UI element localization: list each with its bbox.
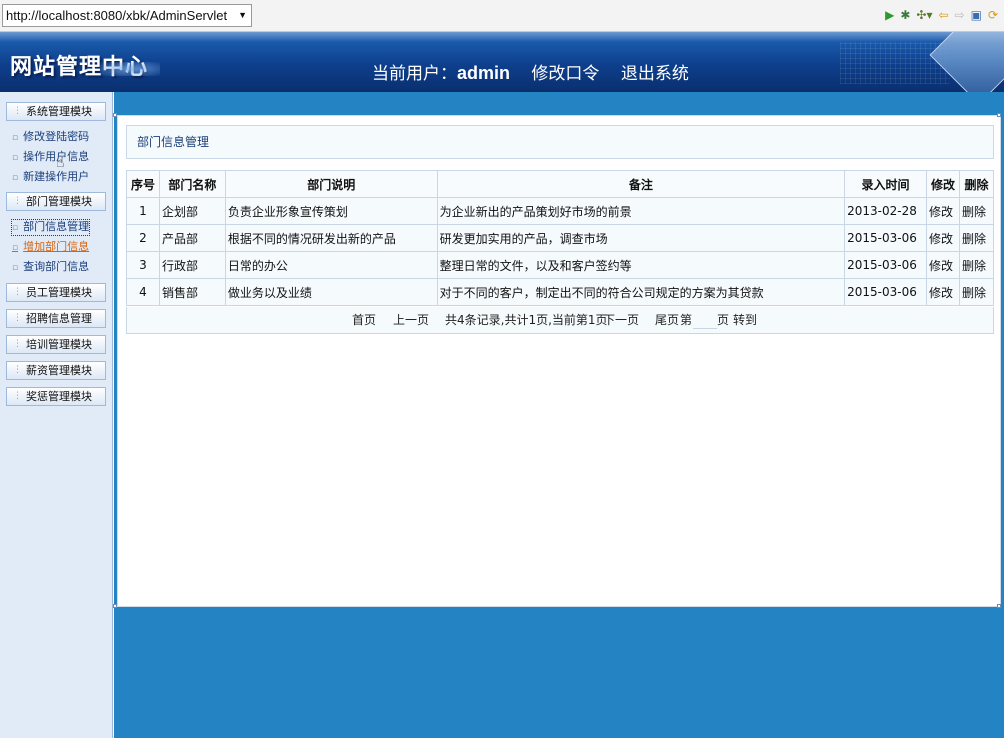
goto-button[interactable]: 转到 xyxy=(733,307,757,333)
cell-date: 2013-02-28 xyxy=(844,197,928,225)
col-header-index: 序号 xyxy=(126,170,160,198)
cell-date: 2015-03-06 xyxy=(844,251,928,279)
col-header-desc: 部门说明 xyxy=(224,170,438,198)
cell-dept-desc: 日常的办公 xyxy=(224,251,438,279)
top-nav: 当前用户：admin 修改口令 退出系统 xyxy=(372,59,705,84)
col-header-date: 录入时间 xyxy=(844,170,928,198)
cell-remark: 对于不同的客户，制定出不同的符合公司规定的方案为其贷款 xyxy=(436,278,846,306)
sidebar-item-add-dept[interactable]: ▫ 增加部门信息 xyxy=(12,240,89,255)
sidebar-item-query-dept[interactable]: ▫ 查询部门信息 xyxy=(12,260,89,275)
resize-handle[interactable] xyxy=(997,604,1001,608)
cell-dept-desc: 根据不同的情况研发出新的产品 xyxy=(224,224,438,252)
next-page-link[interactable]: 下一页 xyxy=(603,307,639,333)
pagination-bar: 首页 上一页 共4条记录,共计1页,当前第1页 下一页 尾页 第 页 转到 xyxy=(126,307,994,334)
delete-link[interactable]: 删除 xyxy=(958,224,995,252)
sidebar xyxy=(0,92,113,738)
delete-link[interactable]: 删除 xyxy=(958,251,995,279)
cell-date: 2015-03-06 xyxy=(844,278,928,306)
col-header-name: 部门名称 xyxy=(158,170,226,198)
cell-dept-desc: 做业务以及业绩 xyxy=(224,278,438,306)
address-dropdown-icon[interactable]: ▼ xyxy=(238,5,247,26)
tools-icon[interactable]: ✣▾ xyxy=(916,8,932,22)
current-user: 当前用户：admin xyxy=(372,63,511,84)
hand-cursor-icon: ☝ xyxy=(56,155,65,171)
cell-date: 2015-03-06 xyxy=(844,224,928,252)
department-table: 序号 部门名称 部门说明 备注 录入时间 修改 删除 1 企划部 负责企业形象宣… xyxy=(126,170,995,306)
cell-dept-desc: 负责企业形象宣传策划 xyxy=(224,197,438,225)
table-row: 1 企划部 负责企业形象宣传策划 为企业新出的产品策划好市场的前景 2013-0… xyxy=(126,197,995,225)
col-header-delete: 删除 xyxy=(958,170,995,198)
edit-link[interactable]: 修改 xyxy=(926,251,960,279)
prev-page-link[interactable]: 上一页 xyxy=(393,307,429,333)
page-title: 部门信息管理 xyxy=(126,125,994,159)
resize-handle[interactable] xyxy=(113,604,117,608)
back-icon[interactable]: ⇦ xyxy=(938,8,948,22)
browser-toolbar: http://localhost:8080/xbk/AdminServlet ▼… xyxy=(0,0,1004,32)
edit-link[interactable]: 修改 xyxy=(926,224,960,252)
refresh-icon[interactable]: ⟳ xyxy=(988,8,998,22)
last-page-link[interactable]: 尾页 xyxy=(655,307,679,333)
sidebar-module-recruit[interactable]: ⋮ 招聘信息管理 xyxy=(6,309,106,328)
table-row: 3 行政部 日常的办公 整理日常的文件，以及和客户签约等 2015-03-06 … xyxy=(126,251,995,279)
logout-link[interactable]: 退出系统 xyxy=(621,64,689,84)
resize-handle[interactable] xyxy=(997,113,1001,117)
cell-dept-name: 行政部 xyxy=(158,251,226,279)
address-text: http://localhost:8080/xbk/AdminServlet xyxy=(6,8,228,23)
debug-icon[interactable]: ✱ xyxy=(900,8,910,22)
run-icon[interactable]: ▶ xyxy=(885,8,894,22)
sidebar-module-salary[interactable]: ⋮ 薪资管理模块 xyxy=(6,361,106,380)
col-header-remark: 备注 xyxy=(436,170,846,198)
table-row: 4 销售部 做业务以及业绩 对于不同的客户，制定出不同的符合公司规定的方案为其贷… xyxy=(126,278,995,306)
pager-summary: 共4条记录,共计1页,当前第1页 xyxy=(445,313,608,327)
page-number-input[interactable] xyxy=(693,311,717,329)
cell-remark: 为企业新出的产品策划好市场的前景 xyxy=(436,197,846,225)
cell-remark: 研发更加实用的产品，调查市场 xyxy=(436,224,846,252)
browser-tool-icons: ▶ ✱ ✣▾ ⇦ ⇨ ▣ ⟳ xyxy=(885,8,998,22)
cell-index: 4 xyxy=(126,278,160,306)
sidebar-module-training[interactable]: ⋮ 培训管理模块 xyxy=(6,335,106,354)
sidebar-item-new-operator[interactable]: ▫ 新建操作用户 xyxy=(12,170,89,185)
cell-dept-name: 产品部 xyxy=(158,224,226,252)
header-banner: 网站管理中心 当前用户：admin 修改口令 退出系统 xyxy=(0,32,1004,92)
sidebar-module-employee[interactable]: ⋮ 员工管理模块 xyxy=(6,283,106,302)
sidebar-module-reward[interactable]: ⋮ 奖惩管理模块 xyxy=(6,387,106,406)
table-row: 2 产品部 根据不同的情况研发出新的产品 研发更加实用的产品，调查市场 2015… xyxy=(126,224,995,252)
goto-suffix: 页 xyxy=(717,313,730,327)
sidebar-item-change-password[interactable]: ▫ 修改登陆密码 xyxy=(12,130,89,145)
address-bar[interactable]: http://localhost:8080/xbk/AdminServlet ▼ xyxy=(2,4,252,27)
cell-remark: 整理日常的文件，以及和客户签约等 xyxy=(436,251,846,279)
change-password-link[interactable]: 修改口令 xyxy=(531,64,599,84)
cell-dept-name: 企划部 xyxy=(158,197,226,225)
sidebar-module-department[interactable]: ⋮ 部门管理模块 xyxy=(6,192,106,211)
goto-prefix: 第 xyxy=(680,313,693,327)
cell-index: 1 xyxy=(126,197,160,225)
sidebar-item-dept-manage[interactable]: ▫ 部门信息管理 xyxy=(10,219,91,236)
resize-handle[interactable] xyxy=(113,113,117,117)
table-header-row: 序号 部门名称 部门说明 备注 录入时间 修改 删除 xyxy=(126,170,995,198)
forward-icon[interactable]: ⇨ xyxy=(955,8,965,22)
delete-link[interactable]: 删除 xyxy=(958,278,995,306)
current-user-name: admin xyxy=(457,63,511,83)
cell-dept-name: 销售部 xyxy=(158,278,226,306)
first-page-link[interactable]: 首页 xyxy=(352,307,376,333)
decorative-grid xyxy=(840,42,950,84)
cell-index: 3 xyxy=(126,251,160,279)
cell-index: 2 xyxy=(126,224,160,252)
edit-link[interactable]: 修改 xyxy=(926,278,960,306)
sidebar-item-operator-info[interactable]: ▫ 操作用户信息 xyxy=(12,150,89,165)
col-header-edit: 修改 xyxy=(926,170,960,198)
delete-link[interactable]: 删除 xyxy=(958,197,995,225)
edit-link[interactable]: 修改 xyxy=(926,197,960,225)
sidebar-module-system[interactable]: ⋮ 系统管理模块 xyxy=(6,102,106,121)
page-icon[interactable]: ▣ xyxy=(971,8,982,22)
